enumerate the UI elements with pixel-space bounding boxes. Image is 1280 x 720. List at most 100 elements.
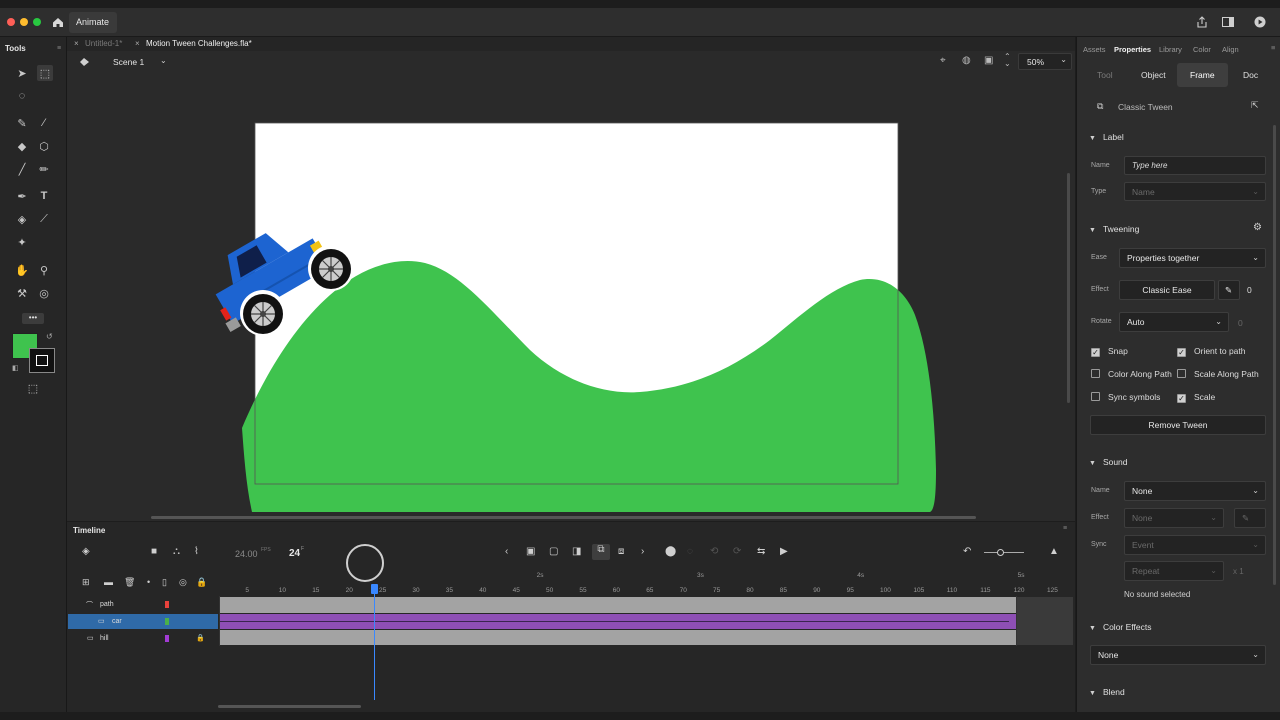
minimize-window-button[interactable] <box>20 18 28 26</box>
next-keyframe-icon[interactable]: › <box>641 546 644 557</box>
subtab-frame[interactable]: Frame <box>1190 70 1215 80</box>
rotate-stage-icon[interactable]: ◍ <box>962 55 971 66</box>
panel-menu-icon[interactable]: ≡ <box>1271 43 1275 52</box>
create-classic-tween-icon[interactable]: ⧉ <box>592 544 610 560</box>
layer-color-swatch[interactable] <box>165 635 169 642</box>
new-folder-icon[interactable]: ▬ <box>104 577 113 587</box>
paint-bucket-icon[interactable]: ◈ <box>15 212 29 226</box>
center-stage-icon[interactable]: ⌖ <box>940 55 946 66</box>
panel-menu-icon[interactable]: ≡ <box>57 45 61 52</box>
scene-dropdown-icon[interactable]: ⌄ <box>160 56 167 65</box>
ease-select[interactable]: Properties together ⌄ <box>1119 248 1266 268</box>
hide-icon[interactable]: ◎ <box>179 577 187 588</box>
insert-keyframe-icon[interactable]: ▣ <box>526 546 535 557</box>
more-tools-button[interactable]: ••• <box>22 313 44 324</box>
loop-icon[interactable]: ⇆ <box>757 546 765 557</box>
bone-tool-icon[interactable]: ⚒ <box>15 286 29 300</box>
layer-color-swatch[interactable] <box>165 618 169 625</box>
sound-name-select[interactable]: None ⌄ <box>1124 481 1266 501</box>
subtab-tool[interactable]: Tool <box>1097 70 1113 80</box>
color-effects-section-header[interactable]: ▼ Color Effects <box>1089 622 1151 632</box>
timeline-zoom-icon[interactable]: ▲ <box>1049 546 1059 557</box>
brush-tool-icon[interactable]: ✎ <box>15 116 29 130</box>
stage-horizontal-scrollbar[interactable] <box>151 516 976 519</box>
default-colors-icon[interactable]: ◧ <box>12 364 19 372</box>
scale-along-path-checkbox[interactable]: Scale Along Path <box>1177 369 1259 379</box>
effect-amount[interactable]: 0 <box>1247 285 1252 295</box>
home-icon[interactable] <box>52 17 64 28</box>
lock-icon[interactable]: 🔒 <box>196 577 207 588</box>
subtab-doc[interactable]: Doc <box>1243 70 1258 80</box>
tweening-section-header[interactable]: ▼ Tweening <box>1089 224 1139 234</box>
reset-zoom-icon[interactable]: ↶ <box>963 546 971 557</box>
outline-icon[interactable]: ▯ <box>162 577 167 588</box>
layer-row-path[interactable]: ⌒ path <box>68 597 218 612</box>
new-layer-icon[interactable]: ⊞ <box>82 577 90 588</box>
tab-color[interactable]: Color <box>1193 45 1211 54</box>
properties-scrollbar[interactable] <box>1273 125 1276 585</box>
stroke-color-swatch[interactable] <box>29 348 55 373</box>
current-frame[interactable]: 24 <box>289 548 300 559</box>
pin-tool-icon[interactable]: ✦ <box>15 235 29 249</box>
camera-icon[interactable]: ■ <box>151 546 157 557</box>
label-name-input[interactable]: Type here <box>1124 156 1266 175</box>
scene-name[interactable]: Scene 1 <box>113 57 144 67</box>
snap-checkbox[interactable]: ✓ Snap <box>1091 346 1128 357</box>
shape-tool-icon[interactable]: ⬡ <box>37 139 51 153</box>
layers-icon[interactable]: ◈ <box>82 546 90 557</box>
eyedropper-icon[interactable]: ⟋ <box>37 212 51 226</box>
layer-row-car[interactable]: ▭ car <box>68 614 218 629</box>
close-tab-icon[interactable]: × <box>135 37 140 50</box>
delete-layer-icon[interactable]: 🗑 <box>124 577 135 588</box>
clip-stage-icon[interactable]: ▣ <box>984 55 993 66</box>
subtab-object[interactable]: Object <box>1141 70 1166 80</box>
gear-icon[interactable]: ⚙ <box>1253 222 1262 233</box>
zoom-stepper-icon[interactable]: ⌃ ⌄ <box>1004 53 1011 68</box>
tab-assets[interactable]: Assets <box>1083 45 1106 54</box>
lasso-tool-icon[interactable]: ◌ <box>15 89 29 103</box>
timeline-scrollbar[interactable] <box>218 705 361 708</box>
close-window-button[interactable] <box>7 18 15 26</box>
blend-section-header[interactable]: ▼ Blend <box>1089 687 1125 697</box>
remove-tween-button[interactable]: Remove Tween <box>1090 415 1266 435</box>
eraser-tool-icon[interactable]: ◆ <box>15 139 29 153</box>
graph-icon[interactable]: ⌇ <box>194 546 199 557</box>
classic-ease-button[interactable]: Classic Ease <box>1119 280 1215 300</box>
tab-properties[interactable]: Properties <box>1114 45 1151 54</box>
doc-tab-untitled[interactable]: × Untitled-1* <box>69 37 137 51</box>
previous-keyframe-icon[interactable]: ‹ <box>505 546 508 557</box>
rotate-select[interactable]: Auto ⌄ <box>1119 312 1229 332</box>
edit-ease-button[interactable]: ✎ <box>1218 280 1240 300</box>
sound-section-header[interactable]: ▼ Sound <box>1089 457 1128 467</box>
workspace-icon[interactable] <box>1222 17 1234 27</box>
pen-tool-icon[interactable]: ✒ <box>15 189 29 203</box>
orient-to-path-checkbox[interactable]: ✓ Orient to path <box>1177 346 1246 357</box>
paint-brush-icon[interactable]: ⁄ <box>37 116 51 130</box>
free-transform-icon[interactable]: ⬚ <box>26 381 40 395</box>
test-movie-icon[interactable] <box>1254 16 1266 28</box>
swap-colors-icon[interactable]: ↺ <box>46 332 53 341</box>
panel-menu-icon[interactable]: ≡ <box>1063 525 1067 532</box>
text-tool-icon[interactable]: T <box>37 189 51 203</box>
create-motion-tween-icon[interactable]: ⧈ <box>618 546 624 557</box>
fps-value[interactable]: 24.00 <box>235 549 258 559</box>
stage-area[interactable] <box>67 73 1075 521</box>
pencil-tool-icon[interactable]: ✏ <box>37 162 51 176</box>
parenting-icon[interactable]: ⛬ <box>173 546 180 557</box>
timeline-zoom-slider[interactable] <box>984 552 1024 553</box>
insert-frame-icon[interactable]: ◨ <box>572 546 581 557</box>
camera-tool-icon[interactable]: ◎ <box>37 286 51 300</box>
insert-blank-keyframe-icon[interactable]: ▢ <box>549 546 558 557</box>
color-effects-select[interactable]: None ⌄ <box>1090 645 1266 665</box>
close-tab-icon[interactable]: × <box>74 37 79 50</box>
label-section-header[interactable]: ▼ Label <box>1089 132 1124 142</box>
scale-checkbox[interactable]: ✓ Scale <box>1177 392 1215 403</box>
layer-color-swatch[interactable] <box>165 601 169 608</box>
onion-skin-icon[interactable]: ⬤ <box>665 546 676 557</box>
timeline-zoom-handle[interactable] <box>997 549 1004 556</box>
sync-symbols-checkbox[interactable]: Sync symbols <box>1091 392 1160 402</box>
layer-row-hill[interactable]: ▭ hill 🔒 <box>68 631 218 646</box>
tab-library[interactable]: Library <box>1159 45 1182 54</box>
playhead-handle[interactable] <box>371 584 378 594</box>
tab-align[interactable]: Align <box>1222 45 1239 54</box>
